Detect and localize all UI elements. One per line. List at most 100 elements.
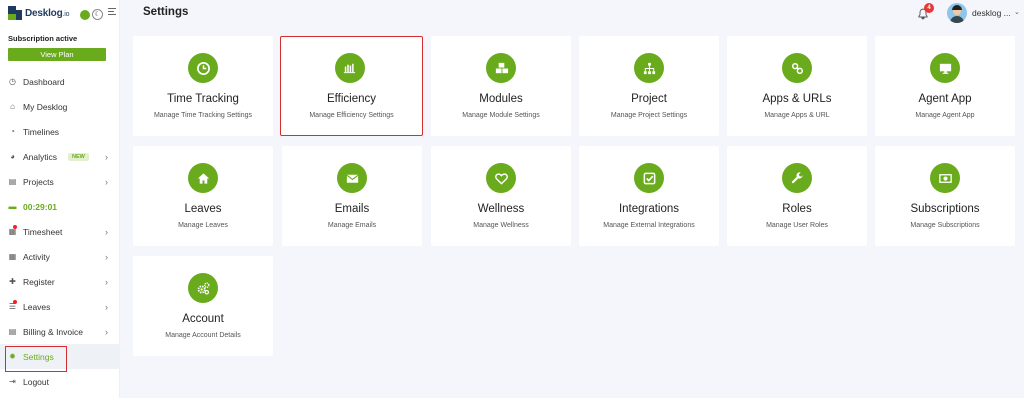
- theme-toggle[interactable]: ☾: [80, 9, 103, 20]
- sidebar-item-label: Billing & Invoice: [23, 326, 84, 337]
- bar-chart-icon: [334, 52, 365, 83]
- cubes-icon: [486, 53, 516, 83]
- card-subtitle: Manage Wellness: [473, 222, 529, 229]
- subscription-status: Subscription active: [8, 34, 78, 43]
- calendar-icon: ▦: [8, 225, 17, 236]
- sidebar: Desklog.io ☾ Subscription active View Pl…: [0, 0, 120, 398]
- chevron-down-icon[interactable]: ⌄: [1014, 8, 1020, 16]
- card-subtitle: Manage Apps & URL: [764, 112, 830, 119]
- sidebar-item-billing[interactable]: ▤ Billing & Invoice ›: [0, 319, 120, 344]
- sitemap-icon: [634, 53, 664, 83]
- sidebar-item-my-desklog[interactable]: ⌂ My Desklog: [0, 94, 120, 119]
- pie-chart-icon: ◕: [10, 152, 15, 161]
- notification-badge: 4: [924, 3, 934, 13]
- sidebar-item-dashboard[interactable]: ◷ Dashboard: [0, 69, 120, 94]
- card-title: Agent App: [918, 93, 972, 105]
- sidebar-item-label: Leaves: [23, 301, 51, 312]
- card-subscriptions[interactable]: Subscriptions Manage Subscriptions: [875, 146, 1015, 246]
- menu-toggle-icon[interactable]: [108, 8, 116, 16]
- card-title: Account: [182, 313, 224, 325]
- card-leaves[interactable]: Leaves Manage Leaves: [133, 146, 273, 246]
- card-title: Integrations: [618, 203, 680, 215]
- card-agent-app[interactable]: Agent App Manage Agent App: [875, 36, 1015, 136]
- clock-icon: ◔: [10, 127, 15, 136]
- monitor-icon: [930, 53, 960, 83]
- sidebar-item-label: Dashboard: [23, 76, 65, 87]
- list-icon: ☰: [8, 300, 17, 311]
- envelope-icon: [337, 163, 367, 193]
- sidebar-item-logout[interactable]: ⇥ Logout: [0, 369, 120, 394]
- view-plan-button[interactable]: View Plan: [8, 48, 106, 61]
- sidebar-item-timer[interactable]: ▬ 00:29:01: [0, 194, 120, 219]
- card-subtitle: Manage External Integrations: [603, 222, 695, 229]
- link-icon: [782, 53, 812, 83]
- sidebar-item-activity[interactable]: ▦ Activity ›: [0, 244, 120, 269]
- sidebar-item-label: Register: [23, 276, 55, 287]
- card-subtitle: Manage Leaves: [178, 222, 228, 229]
- clock-icon: [188, 53, 218, 83]
- sidebar-item-label: Timelines: [23, 126, 60, 137]
- sidebar-item-register[interactable]: ✚ Register ›: [0, 269, 120, 294]
- card-title: Wellness: [477, 203, 525, 215]
- card-subtitle: Manage Subscriptions: [910, 222, 980, 229]
- new-badge: NEW: [68, 152, 89, 161]
- heart-icon: [486, 163, 516, 193]
- plus-icon: ✚: [9, 277, 16, 286]
- card-title: Apps & URLs: [762, 93, 832, 105]
- sidebar-item-label: Timesheet: [23, 226, 63, 237]
- card-efficiency[interactable]: Efficiency Manage Efficiency Settings: [280, 36, 423, 136]
- card-title: Project: [631, 93, 667, 105]
- card-time-tracking[interactable]: Time Tracking Manage Time Tracking Setti…: [133, 36, 273, 136]
- card-title: Time Tracking: [167, 93, 239, 105]
- card-subtitle: Manage Agent App: [915, 112, 975, 119]
- brand-logo[interactable]: Desklog.io: [8, 6, 70, 20]
- chevron-right-icon: ›: [105, 152, 108, 162]
- avatar[interactable]: [947, 3, 967, 23]
- card-title: Emails: [334, 203, 370, 215]
- chevron-right-icon: ›: [105, 302, 108, 312]
- card-emails[interactable]: Emails Manage Emails: [282, 146, 422, 246]
- card-account[interactable]: Account Manage Account Details: [133, 256, 273, 356]
- card-project[interactable]: Project Manage Project Settings: [579, 36, 719, 136]
- home-icon: [188, 163, 218, 193]
- sidebar-item-label: Logout: [23, 376, 49, 387]
- settings-highlight-box: [5, 346, 67, 372]
- sidebar-item-label: Analytics: [23, 151, 58, 162]
- sidebar-item-projects[interactable]: ▤ Projects ›: [0, 169, 120, 194]
- page-title: Settings: [143, 6, 189, 18]
- chevron-right-icon: ›: [105, 227, 108, 237]
- cogs-icon: [188, 273, 218, 303]
- card-subtitle: Manage Account Details: [165, 332, 241, 339]
- timer-value: 00:29:01: [23, 201, 58, 212]
- sidebar-item-timesheet[interactable]: ▦ Timesheet ›: [0, 219, 120, 244]
- check-square-icon: [634, 163, 664, 193]
- sidebar-item-leaves[interactable]: ☰ Leaves ›: [0, 294, 120, 319]
- card-subtitle: Manage Emails: [327, 222, 377, 229]
- user-name[interactable]: desklog ...: [972, 8, 1011, 18]
- sidebar-item-label: Projects: [23, 176, 54, 187]
- card-wellness[interactable]: Wellness Manage Wellness: [431, 146, 571, 246]
- chevron-right-icon: ›: [105, 277, 108, 287]
- card-subtitle: Manage Time Tracking Settings: [153, 112, 253, 119]
- sidebar-item-analytics[interactable]: ◕ Analytics NEW ›: [0, 144, 120, 169]
- logout-icon: ⇥: [9, 377, 16, 386]
- wrench-icon: [782, 163, 812, 193]
- card-roles[interactable]: Roles Manage User Roles: [727, 146, 867, 246]
- light-mode-icon: [80, 9, 90, 20]
- sidebar-item-timelines[interactable]: ◔ Timelines: [0, 119, 120, 144]
- card-apps-urls[interactable]: Apps & URLs Manage Apps & URL: [727, 36, 867, 136]
- invoice-icon: ▤: [8, 327, 17, 336]
- card-subtitle: Manage User Roles: [766, 222, 828, 229]
- card-title: Efficiency: [326, 92, 376, 105]
- card-modules[interactable]: Modules Manage Module Settings: [431, 36, 571, 136]
- notification-dot: [13, 225, 17, 229]
- card-title: Modules: [479, 93, 523, 105]
- notification-dot: [13, 300, 17, 304]
- chevron-right-icon: ›: [105, 327, 108, 337]
- card-integrations[interactable]: Integrations Manage External Integration…: [579, 146, 719, 246]
- sidebar-item-label: My Desklog: [23, 101, 68, 112]
- sidebar-item-label: Activity: [23, 251, 50, 262]
- book-icon: ▤: [8, 177, 17, 186]
- card-title: Roles: [782, 203, 812, 215]
- card-subtitle: Manage Efficiency Settings: [309, 111, 394, 119]
